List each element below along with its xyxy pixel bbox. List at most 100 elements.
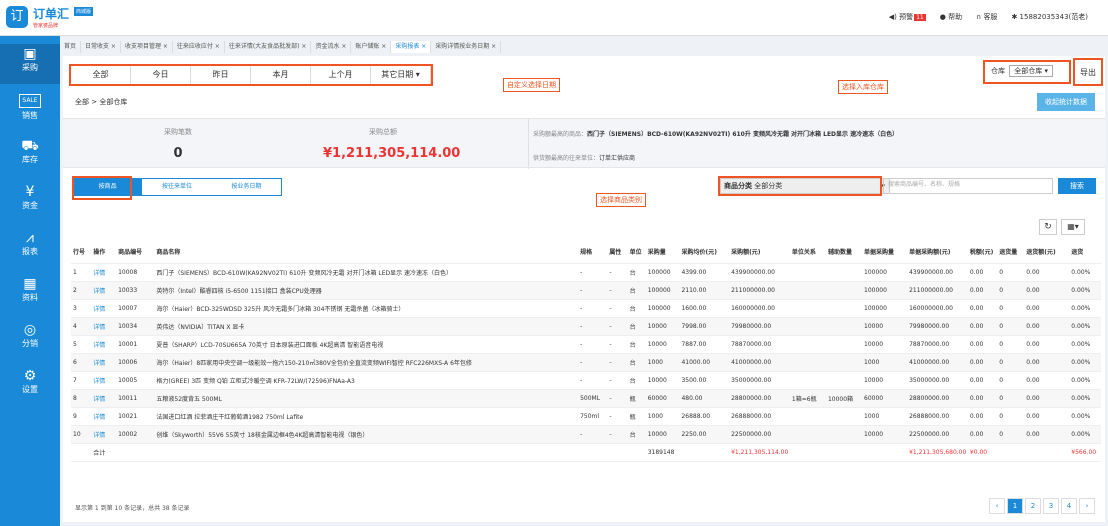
col-header-4[interactable]: 规格 xyxy=(578,241,608,264)
table-cell: 台 xyxy=(627,371,646,390)
col-header-15[interactable]: 退货量 xyxy=(997,241,1025,264)
tab-6[interactable]: 账户储账 × xyxy=(351,41,392,53)
sidebar-item-6[interactable]: ◎ 分销 xyxy=(0,320,60,360)
date-filter-4[interactable]: 上个月 xyxy=(311,66,371,84)
col-header-10[interactable]: 单位关系 xyxy=(789,241,826,264)
date-filter-3[interactable]: 本月 xyxy=(251,66,311,84)
col-header-16[interactable]: 退货额(元) xyxy=(1024,241,1070,264)
tab-3[interactable]: 往来应收应付 × xyxy=(173,41,225,53)
col-header-3[interactable]: 商品名称 xyxy=(154,241,579,264)
alert-link[interactable]: ◀) 预警 11 xyxy=(889,12,926,22)
table-cell: 0.00 xyxy=(967,353,998,372)
table-cell: 0 xyxy=(997,389,1025,408)
page-0[interactable]: ‹ xyxy=(989,498,1005,514)
total-cell xyxy=(71,443,92,462)
help-link[interactable]: ● 帮助 xyxy=(940,12,962,22)
detail-link[interactable]: 详情 xyxy=(91,353,117,372)
sidebar-item-5[interactable]: ▦ 资料 xyxy=(0,274,60,314)
table-cell: 35000000.00 xyxy=(729,371,790,390)
col-header-9[interactable]: 采购额(元) xyxy=(729,241,790,264)
export-button[interactable]: 导出 xyxy=(1080,67,1096,78)
page-4[interactable]: 4 xyxy=(1061,498,1077,514)
date-filter-0[interactable]: 全部 xyxy=(71,66,131,84)
detail-link[interactable]: 详情 xyxy=(91,281,117,300)
col-header-12[interactable]: 单据采购量 xyxy=(862,241,908,264)
col-header-8[interactable]: 采购均价(元) xyxy=(679,241,730,264)
table-cell: 0 xyxy=(997,407,1025,426)
total-cell xyxy=(1024,443,1070,462)
table-cell: - xyxy=(578,335,608,354)
group-tab-2[interactable]: 按业务日期 xyxy=(212,179,281,195)
table-cell: 26888000.00 xyxy=(907,407,968,426)
table-cell: 9 xyxy=(71,407,92,426)
table-cell: 10 xyxy=(71,425,92,444)
columns-icon[interactable]: ▦▾ xyxy=(1061,219,1085,235)
top-bar: 订 订单汇 商城版 管家婆品牌 ◀) 预警 11 ● 帮助 ∩ 客服 ✱ 1588… xyxy=(0,0,1108,36)
page-5[interactable]: › xyxy=(1079,498,1095,514)
detail-link[interactable]: 详情 xyxy=(91,389,117,408)
detail-link[interactable]: 详情 xyxy=(91,371,117,390)
user-menu[interactable]: ✱ 15882035343(范老) xyxy=(1011,12,1088,22)
sidebar-item-1[interactable]: SALE 销售 xyxy=(0,90,60,130)
detail-link[interactable]: 详情 xyxy=(91,335,117,354)
sidebar-item-4[interactable]: ⩘ 报表 xyxy=(0,228,60,268)
table-cell: 0.00 xyxy=(1024,371,1070,390)
table-cell: 10000 xyxy=(862,425,908,444)
page-3[interactable]: 3 xyxy=(1043,498,1059,514)
search-button[interactable]: 搜索 xyxy=(1058,178,1096,194)
page-2[interactable]: 2 xyxy=(1025,498,1041,514)
col-header-17[interactable]: 退货 xyxy=(1069,241,1101,264)
table-cell: 28800000.00 xyxy=(729,389,790,408)
tab-4[interactable]: 往来详情(大友食品批发部) × xyxy=(225,41,312,53)
col-header-13[interactable]: 单据采购额(元) xyxy=(907,241,968,264)
col-header-11[interactable]: 辅助数量 xyxy=(825,241,862,264)
edition-badge: 商城版 xyxy=(74,7,94,16)
stat-total-label: 采购总额 xyxy=(369,128,397,136)
table-cell: 100000 xyxy=(645,263,680,282)
collapse-stats-button[interactable]: 收起统计数据 xyxy=(1037,93,1095,111)
tab-1[interactable]: 日常收支 × xyxy=(81,41,121,53)
tab-2[interactable]: 收支项目管理 × xyxy=(121,41,173,53)
breadcrumb[interactable]: 全部 > 全部仓库 xyxy=(75,97,127,107)
table-cell: 0.00 xyxy=(1024,353,1070,372)
table-cell: 10001 xyxy=(116,335,155,354)
logo[interactable]: 订 订单汇 商城版 管家婆品牌 xyxy=(6,4,94,32)
sidebar-item-3[interactable]: ¥ 资金 xyxy=(0,182,60,222)
sidebar-item-2[interactable]: ⛟ 库存 xyxy=(0,136,60,176)
col-header-6[interactable]: 单位 xyxy=(627,241,646,264)
tab-7[interactable]: 采购报表 × xyxy=(391,41,432,53)
table-cell: 1000 xyxy=(645,353,680,372)
page-1[interactable]: 1 xyxy=(1007,498,1023,514)
table-row: 10 详情 10002 创维（Skyworth）55V6 55英寸 18核金属边框4色… xyxy=(71,425,1101,444)
category-highlight xyxy=(718,176,882,196)
date-filter-1[interactable]: 今日 xyxy=(131,66,191,84)
sidebar-item-7[interactable]: ⚙ 设置 xyxy=(0,366,60,406)
detail-link[interactable]: 详情 xyxy=(91,425,117,444)
col-header-2[interactable]: 商品编号 xyxy=(116,241,155,264)
warehouse-select[interactable]: 仓库 全部仓库 ▾ xyxy=(991,65,1053,77)
col-header-1[interactable]: 操作 xyxy=(91,241,117,264)
detail-link[interactable]: 详情 xyxy=(91,299,117,318)
table-cell: 500ML xyxy=(578,389,608,408)
table-row: 9 详情 10021 法国进口红酒 拉菲酒庄干红葡萄酒1982 750ml Lafit… xyxy=(71,407,1101,426)
detail-link[interactable]: 详情 xyxy=(91,317,117,336)
refresh-icon[interactable]: ↻ xyxy=(1039,219,1057,235)
col-header-5[interactable]: 属性 xyxy=(607,241,628,264)
search-input[interactable]: 搜索商品编号、名称、规格 xyxy=(883,178,1053,194)
detail-link[interactable]: 详情 xyxy=(91,263,117,282)
tab-8[interactable]: 采购详情按业务日期 × xyxy=(431,41,502,53)
service-link[interactable]: ∩ 客服 xyxy=(976,12,997,22)
date-filter-2[interactable]: 昨日 xyxy=(191,66,251,84)
col-header-7[interactable]: 采购量 xyxy=(645,241,680,264)
detail-link[interactable]: 详情 xyxy=(91,407,117,426)
total-cell xyxy=(997,443,1025,462)
date-filter-5[interactable]: 其它日期 ▾ xyxy=(371,66,431,84)
table-cell: - xyxy=(607,353,628,372)
sidebar-item-0[interactable]: ▣ 采购 xyxy=(0,44,60,84)
tab-0[interactable]: 首页 xyxy=(60,41,82,53)
col-header-0[interactable]: 行号 xyxy=(71,241,92,264)
tab-5[interactable]: 资金流水 × xyxy=(311,41,352,53)
group-tab-1[interactable]: 按往来单位 xyxy=(142,179,211,195)
stat-total-value: ¥1,211,305,114.00 xyxy=(323,146,461,161)
col-header-14[interactable]: 税额(元) xyxy=(967,241,998,264)
